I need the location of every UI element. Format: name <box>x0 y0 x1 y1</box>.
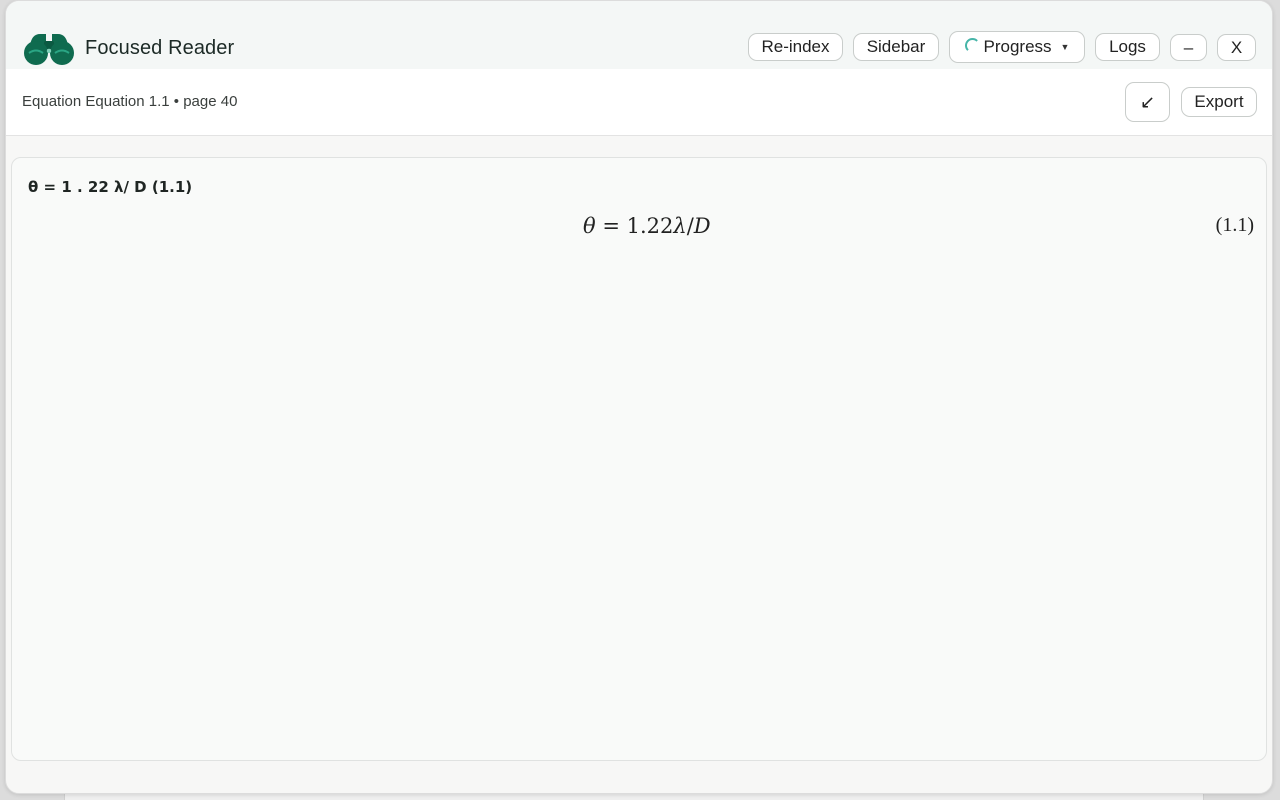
loading-spinner-icon <box>964 37 980 53</box>
equation-equals: = <box>602 214 620 238</box>
breadcrumb: Equation Equation 1.1 • page 40 <box>22 93 238 110</box>
binoculars-icon <box>24 34 74 65</box>
equation-card: θ = 1 . 22 λ/ D (1.1) θ = 1.22λ/D (1.1) <box>11 157 1267 761</box>
document-header: Equation Equation 1.1 • page 40 ↙ Export <box>6 69 1272 136</box>
collapse-icon[interactable]: ↙ <box>1125 82 1170 122</box>
reindex-button[interactable]: Re-index <box>748 33 843 61</box>
logs-button[interactable]: Logs <box>1095 33 1160 61</box>
app-window: Focused Reader Re-index Sidebar Progress… <box>5 0 1273 794</box>
progress-dropdown-button[interactable]: Progress ▼ <box>949 31 1085 63</box>
equation-rendered: θ = 1.22λ/D <box>583 214 711 238</box>
caret-down-icon: ▼ <box>1060 42 1070 52</box>
equation-slash: / <box>686 214 694 238</box>
equation-theta: θ <box>583 214 596 238</box>
sidebar-button[interactable]: Sidebar <box>853 33 939 61</box>
progress-label: Progress <box>983 37 1052 56</box>
equation-plain-text: θ = 1 . 22 λ/ D (1.1) <box>28 178 193 196</box>
app-title: Focused Reader <box>85 37 235 59</box>
export-button[interactable]: Export <box>1181 87 1257 117</box>
equation-number: (1.1) <box>1215 214 1254 236</box>
equation-lambda: λ <box>673 214 687 238</box>
equation-coefficient: 1.22 <box>626 214 674 238</box>
minimize-button[interactable]: – <box>1170 34 1207 61</box>
title-bar: Focused Reader Re-index Sidebar Progress… <box>6 1 1272 69</box>
equation-denominator: D <box>693 214 711 238</box>
close-button[interactable]: X <box>1217 34 1256 61</box>
